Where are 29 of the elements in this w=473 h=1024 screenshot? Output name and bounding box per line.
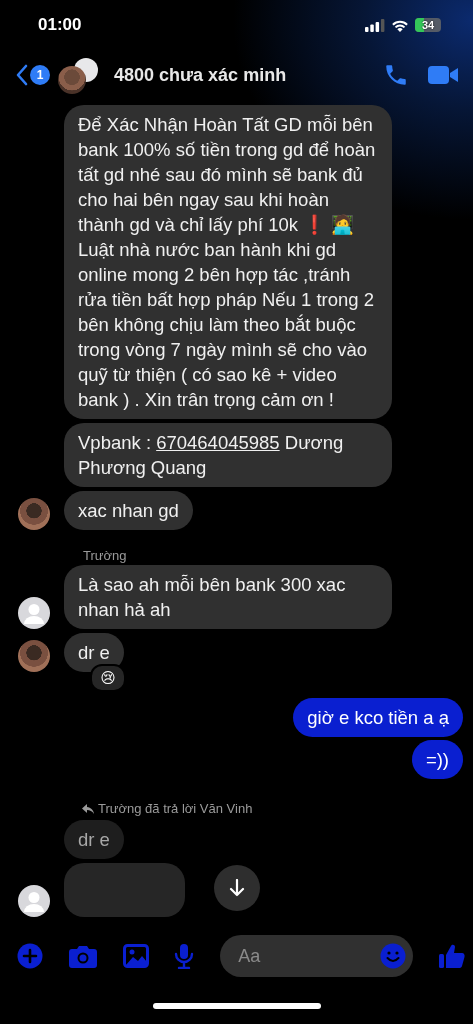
unread-badge: 1	[30, 65, 50, 85]
chat-title[interactable]: 4800 chưa xác minh	[114, 64, 365, 86]
message-bubble: giờ e kco tiền a ạ	[293, 698, 463, 737]
phone-icon[interactable]	[383, 62, 409, 88]
message-bubble: Là sao ah mỗi bên bank 300 xac nhan hả ah	[64, 565, 392, 629]
message-bubble: dr e	[64, 820, 124, 859]
back-icon[interactable]	[16, 64, 28, 86]
down-arrow-icon	[229, 879, 245, 897]
message-field[interactable]: Aa	[220, 935, 414, 977]
group-avatar[interactable]	[58, 56, 100, 94]
video-camera-icon[interactable]	[427, 63, 459, 87]
account-number-link[interactable]: 670464045985	[156, 432, 280, 453]
scroll-down-button[interactable]	[214, 865, 260, 911]
message-bubble: =))	[411, 740, 463, 779]
reply-icon	[82, 803, 94, 814]
clock: 01:00	[38, 15, 82, 35]
message-bubble: xac nhan gd	[64, 491, 193, 530]
thumbs-up-icon[interactable]	[439, 943, 465, 969]
reply-note: Trường đã trả lời Văn Vinh	[98, 801, 253, 816]
message-bubble: Để Xác Nhận Hoàn Tất GD mỗi bên bank 100% số tiền trong gd để hoàn tất gd nhé sau đó mình sẽ bank đủ cho hai bên ngay sau khi hoàn thành gd và chỉ lấy phí 10k ❗ 🧑‍💻 Luật nhà nước ban hành khi gd online mong 2 bên hợp tác ,tránh rửa tiền bất hợp pháp Nếu 1 trong 2 bên không chịu làm theo bắt buộc trong vòng 7 ngày mình sẽ cho vào quỹ từ thiện ( có sao kê + video bank ) . Xin trân trọng cảm ơn !	[64, 105, 392, 419]
message-bubble: dr e	[64, 633, 124, 672]
profile-avatar[interactable]	[18, 597, 50, 629]
message-bubble: Vpbank : 670464045985 Dương Phương Quang	[64, 423, 392, 487]
home-indicator[interactable]	[152, 1002, 321, 1009]
wifi-icon	[391, 18, 409, 32]
signal-icon	[365, 18, 385, 32]
reaction-badge[interactable]: 😢	[90, 664, 126, 692]
sender-name: Trường	[83, 548, 127, 563]
profile-avatar[interactable]	[18, 885, 50, 917]
